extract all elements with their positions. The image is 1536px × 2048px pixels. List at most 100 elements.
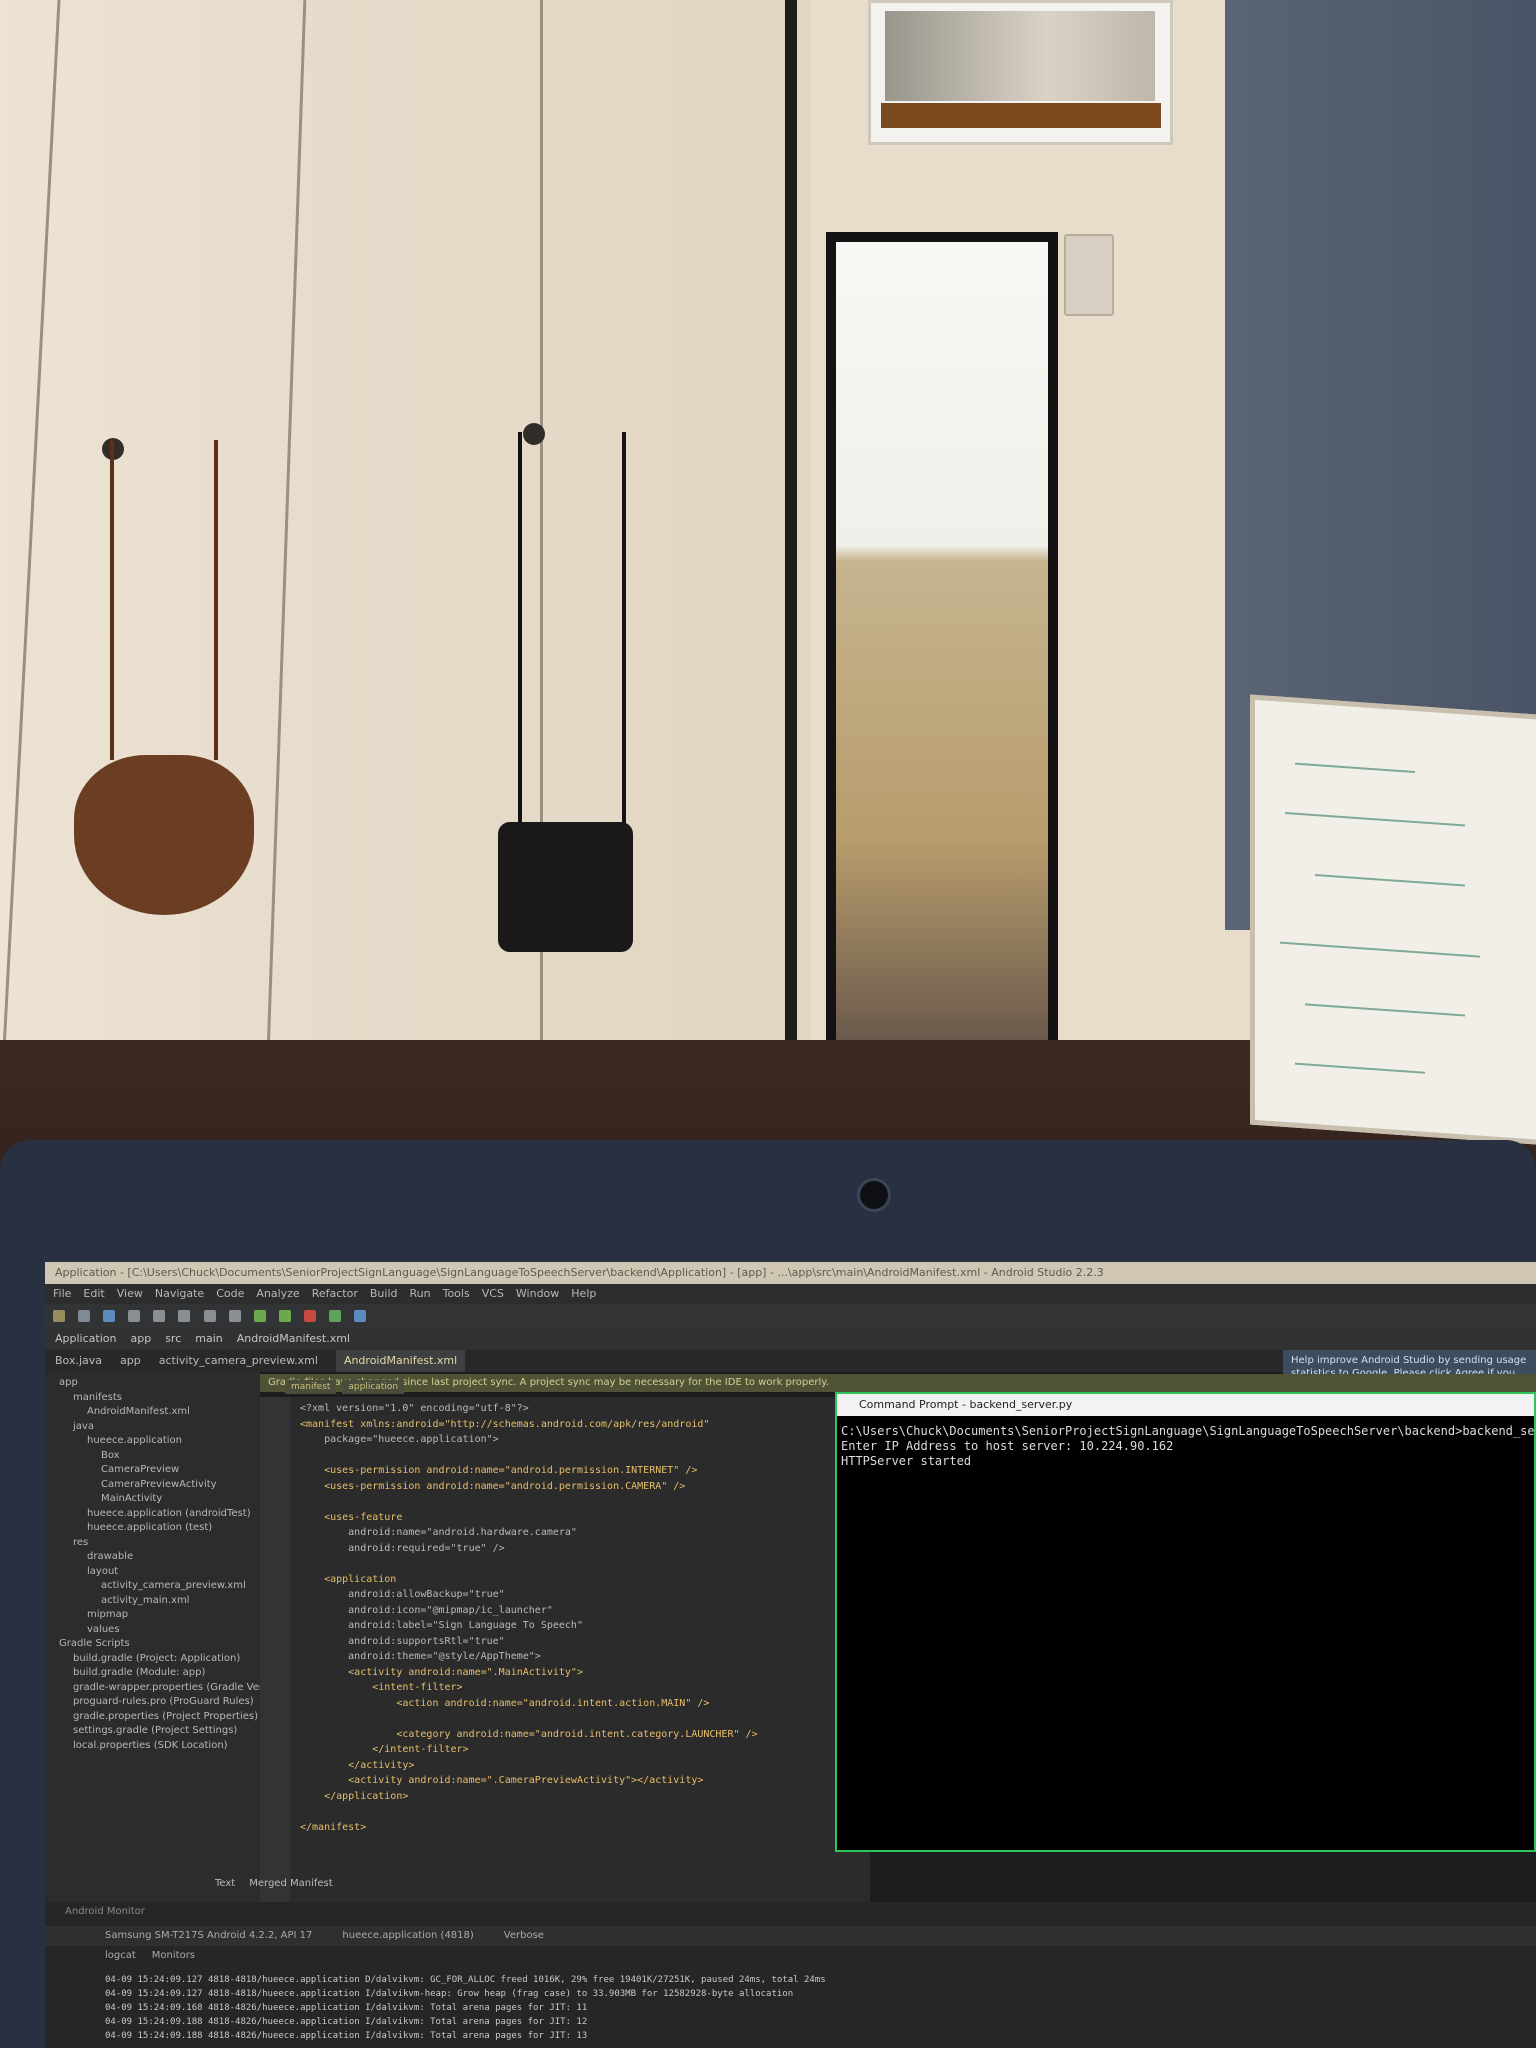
gradle-sync-banner[interactable]: Gradle files have changed since last pro… [260, 1374, 1536, 1392]
open-icon[interactable] [53, 1310, 65, 1322]
black-handbag [498, 822, 633, 952]
project-tree-item[interactable]: settings.gradle (Project Settings) [45, 1724, 237, 1738]
code-line: <application [300, 1573, 397, 1585]
project-tree-item[interactable]: build.gradle (Project: Application) [45, 1652, 240, 1666]
manifest-view-tab[interactable]: Merged Manifest [249, 1874, 332, 1894]
project-tree-item[interactable]: manifests [45, 1391, 122, 1405]
project-tree-item[interactable]: gradle-wrapper.properties (Gradle Versio… [45, 1681, 287, 1695]
menu-item[interactable]: Code [216, 1284, 244, 1304]
command-prompt-title: Command Prompt - backend_server.py [837, 1394, 1534, 1416]
menu-item[interactable]: Build [370, 1284, 398, 1304]
menu-item[interactable]: Navigate [155, 1284, 204, 1304]
paste-icon[interactable] [228, 1310, 241, 1322]
sync-icon[interactable] [103, 1310, 116, 1322]
manifest-view-tab[interactable]: Text [215, 1874, 235, 1894]
manifest-view-tabs: Text Merged Manifest [215, 1874, 333, 1894]
log-level-select[interactable]: Verbose [504, 1926, 544, 1946]
editor-tab[interactable]: AndroidManifest.xml [335, 1350, 466, 1372]
project-tree-item[interactable]: Gradle Scripts [45, 1637, 130, 1651]
code-editor[interactable]: <?xml version="1.0" encoding="utf-8"?> <m… [260, 1397, 870, 1917]
whiteboard-writing [1280, 941, 1480, 958]
device-select[interactable]: Samsung SM-T217S Android 4.2.2, API 17 [105, 1926, 312, 1946]
project-tree-item[interactable]: activity_camera_preview.xml [45, 1579, 246, 1593]
menu-item[interactable]: Window [516, 1284, 559, 1304]
project-tree-item[interactable]: app [45, 1376, 78, 1390]
ide-title-bar: Application - [C:\Users\Chuck\Documents\… [45, 1262, 1536, 1284]
menu-item[interactable]: Analyze [256, 1284, 299, 1304]
project-tree-item[interactable]: mipmap [45, 1608, 128, 1622]
code-line: <?xml version="1.0" encoding="utf-8"?> [300, 1403, 529, 1414]
breadcrumb: Application app src main AndroidManifest.xml [45, 1328, 1536, 1350]
editor-tab[interactable]: activity_camera_preview.xml [159, 1350, 318, 1372]
project-tree-item[interactable]: CameraPreview [45, 1463, 179, 1477]
code-line: android:allowBackup="true" [300, 1589, 505, 1600]
project-tree-item[interactable]: AndroidManifest.xml [45, 1405, 190, 1419]
project-tree-item[interactable]: activity_main.xml [45, 1594, 189, 1608]
whiteboard-writing [1285, 811, 1465, 827]
breadcrumb-item[interactable]: app [130, 1328, 151, 1350]
run-icon[interactable] [253, 1310, 266, 1322]
project-tree-item[interactable]: hueece.application (androidTest) [45, 1507, 251, 1521]
whiteboard-writing [1305, 1003, 1465, 1017]
logcat-line: 04-09 15:24:09.188 4818-4826/hueece.appl… [105, 2031, 588, 2041]
project-tree-item[interactable]: layout [45, 1565, 118, 1579]
code-line: </application> [300, 1790, 409, 1802]
command-prompt-window[interactable]: Command Prompt - backend_server.py C:\Us… [835, 1392, 1536, 1852]
menu-item[interactable]: VCS [482, 1284, 504, 1304]
process-select[interactable]: hueece.application (4818) [342, 1926, 473, 1946]
xml-breadcrumb-item[interactable]: manifest [285, 1380, 337, 1394]
project-tree-item[interactable]: proguard-rules.pro (ProGuard Rules) [45, 1695, 254, 1709]
project-tree-item[interactable]: java [45, 1420, 94, 1434]
code-line: android:label="Sign Language To Speech" [300, 1620, 583, 1631]
monitor-tab[interactable]: Monitors [152, 1950, 195, 1961]
code-line: </intent-filter> [300, 1744, 469, 1755]
save-icon[interactable] [78, 1310, 91, 1322]
whiteboard-writing [1295, 1062, 1425, 1074]
logcat-line: 04-09 15:24:09.127 4818-4818/hueece.appl… [105, 1975, 826, 1985]
project-tree-item[interactable]: drawable [45, 1550, 133, 1564]
code-line: <intent-filter> [300, 1682, 463, 1693]
android-monitor-panel: Android Monitor Samsung SM-T217S Android… [45, 1902, 1536, 2048]
breadcrumb-item[interactable]: AndroidManifest.xml [237, 1328, 350, 1350]
menu-item[interactable]: Help [571, 1284, 596, 1304]
wall-picture [868, 0, 1173, 145]
menu-item[interactable]: Tools [443, 1284, 470, 1304]
redo-icon[interactable] [153, 1310, 166, 1322]
project-tree-item[interactable]: res [45, 1536, 88, 1550]
monitor-tabs: logcat Monitors [105, 1950, 195, 1961]
editor-tab[interactable]: Box.java [55, 1350, 102, 1372]
help-icon[interactable] [354, 1310, 367, 1322]
android-icon[interactable] [329, 1310, 342, 1322]
monitor-tab[interactable]: logcat [105, 1950, 136, 1961]
cmd-line: C:\Users\Chuck\Documents\SeniorProjectSi… [841, 1424, 1536, 1438]
breadcrumb-item[interactable]: main [195, 1328, 222, 1350]
ide-toolbar [45, 1304, 1536, 1328]
debug-icon[interactable] [278, 1310, 291, 1322]
picture-strip [881, 103, 1161, 128]
editor-tab[interactable]: app [120, 1350, 141, 1372]
menu-item[interactable]: View [117, 1284, 143, 1304]
menu-item[interactable]: File [53, 1284, 71, 1304]
project-tree-item[interactable]: Box [45, 1449, 120, 1463]
monitor-toolbar: Samsung SM-T217S Android 4.2.2, API 17 h… [45, 1926, 1536, 1946]
menu-item[interactable]: Run [410, 1284, 431, 1304]
undo-icon[interactable] [128, 1310, 141, 1322]
stop-icon[interactable] [303, 1310, 316, 1322]
menu-item[interactable]: Edit [83, 1284, 104, 1304]
project-tree-item[interactable]: MainActivity [45, 1492, 162, 1506]
project-tree-item[interactable]: gradle.properties (Project Properties) [45, 1710, 258, 1724]
xml-breadcrumb-item[interactable]: application [342, 1380, 405, 1394]
breadcrumb-item[interactable]: src [165, 1328, 181, 1350]
cut-icon[interactable] [178, 1310, 191, 1322]
menu-item[interactable]: Refactor [312, 1284, 358, 1304]
project-tree-item[interactable]: CameraPreviewActivity [45, 1478, 217, 1492]
breadcrumb-item[interactable]: Application [55, 1328, 116, 1350]
copy-icon[interactable] [203, 1310, 216, 1322]
project-tree-item[interactable]: local.properties (SDK Location) [45, 1739, 228, 1753]
laptop-screen: Application - [C:\Users\Chuck\Documents\… [45, 1262, 1536, 2048]
project-tree-item[interactable]: build.gradle (Module: app) [45, 1666, 205, 1680]
webcam-icon [857, 1178, 891, 1212]
project-tree-item[interactable]: values [45, 1623, 120, 1637]
project-tree-item[interactable]: hueece.application (test) [45, 1521, 212, 1535]
project-tree-item[interactable]: hueece.application [45, 1434, 182, 1448]
